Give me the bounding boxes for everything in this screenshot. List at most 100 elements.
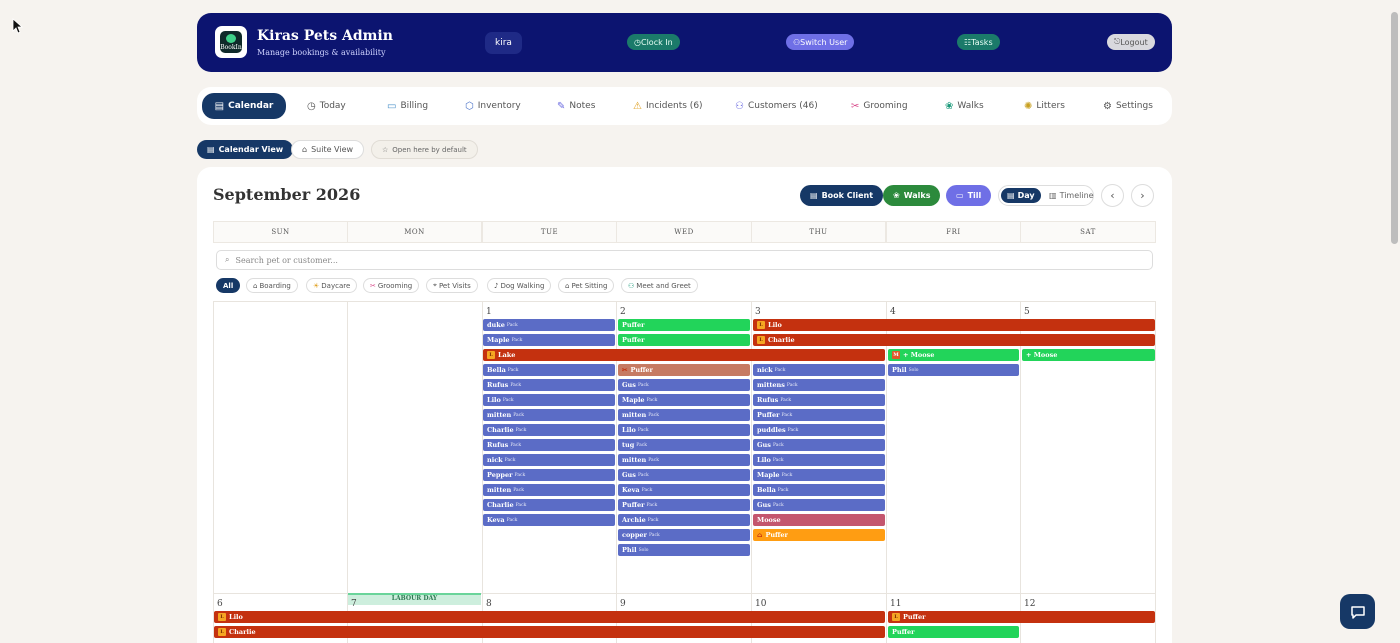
booking-event[interactable]: L Lake bbox=[483, 349, 885, 361]
day-mode-button[interactable]: ▤ Day bbox=[1001, 188, 1041, 203]
day-number: 11 bbox=[890, 599, 902, 609]
booking-event[interactable]: nick Pack bbox=[483, 454, 615, 466]
booking-event[interactable]: duke Pack bbox=[483, 319, 615, 331]
booking-event[interactable]: ✂ Puffer bbox=[618, 364, 750, 376]
booking-event[interactable]: L Charlie bbox=[753, 334, 1155, 346]
filter-dog-walking[interactable]: ♪ Dog Walking bbox=[487, 278, 552, 293]
booking-event[interactable]: Lilo Pack bbox=[483, 394, 615, 406]
page-scrollbar[interactable] bbox=[1391, 12, 1398, 244]
walks-button[interactable]: ❀ Walks bbox=[883, 185, 941, 206]
booking-event[interactable]: mitten Pack bbox=[618, 409, 750, 421]
tasks-button[interactable]: ☷ Tasks bbox=[957, 34, 1000, 50]
dow-header: SAT bbox=[1020, 221, 1156, 243]
booking-event[interactable]: Phil Solo bbox=[618, 544, 750, 556]
booking-event[interactable]: Phil Solo bbox=[888, 364, 1019, 376]
booking-event[interactable]: Keva Pack bbox=[618, 484, 750, 496]
filter-daycare[interactable]: ☀ Daycare bbox=[306, 278, 358, 293]
filter-grooming[interactable]: ✂ Grooming bbox=[363, 278, 420, 293]
booking-event[interactable]: Bella Pack bbox=[483, 364, 615, 376]
tab-inventory[interactable]: ⬡ Inventory bbox=[455, 93, 531, 119]
dow-header: THU bbox=[751, 221, 886, 243]
book-client-button[interactable]: ▤ Book Client bbox=[800, 185, 884, 206]
booking-event[interactable]: Puffer Pack bbox=[618, 499, 750, 511]
tab-today[interactable]: ◷ Today bbox=[297, 93, 356, 119]
app-subtitle: Manage bookings & availability bbox=[257, 48, 386, 57]
tab-incidents[interactable]: ⚠ Incidents (6) bbox=[623, 93, 713, 119]
timeline-mode-button[interactable]: ▥ Timeline bbox=[1045, 188, 1098, 203]
booking-event[interactable]: copper Pack bbox=[618, 529, 750, 541]
booking-event[interactable]: Keva Pack bbox=[483, 514, 615, 526]
chat-button[interactable] bbox=[1340, 594, 1375, 629]
booking-event[interactable]: Gus Pack bbox=[618, 379, 750, 391]
filter-pet-visits[interactable]: ⌖ Pet Visits bbox=[426, 278, 478, 293]
booking-event[interactable]: puddles Pack bbox=[753, 424, 885, 436]
tab-billing[interactable]: ▭ Billing bbox=[377, 93, 438, 119]
booking-event[interactable]: Puffer bbox=[618, 319, 750, 331]
filter-meet-and-greet[interactable]: ⚇ Meet and Greet bbox=[621, 278, 698, 293]
booking-event[interactable]: mitten Pack bbox=[483, 409, 615, 421]
filter-boarding[interactable]: ⌂ Boarding bbox=[246, 278, 298, 293]
filter-pet-sitting[interactable]: ⌂ Pet Sitting bbox=[558, 278, 615, 293]
booking-event[interactable]: mittens Pack bbox=[753, 379, 885, 391]
day-number: 3 bbox=[755, 307, 761, 317]
booking-event[interactable]: mitten Pack bbox=[483, 484, 615, 496]
suite-view-button[interactable]: ⌂ Suite View bbox=[291, 140, 365, 159]
booking-event[interactable]: Rufus Pack bbox=[483, 439, 615, 451]
clock-in-button[interactable]: ◷ Clock In bbox=[627, 34, 680, 50]
tab-litters[interactable]: ✺ Litters bbox=[1014, 93, 1075, 119]
calendar-icon: ▤ bbox=[207, 145, 215, 154]
booking-event[interactable]: Maple Pack bbox=[753, 469, 885, 481]
booking-event[interactable]: Rufus Pack bbox=[753, 394, 885, 406]
day-number: 5 bbox=[1024, 307, 1030, 317]
booking-event[interactable]: nick Pack bbox=[753, 364, 885, 376]
booking-event[interactable]: Rufus Pack bbox=[483, 379, 615, 391]
tab-calendar[interactable]: ▤ Calendar bbox=[202, 93, 286, 119]
open-default-button[interactable]: ☆ Open here by default bbox=[371, 140, 478, 159]
booking-event[interactable]: M + Moose bbox=[888, 349, 1019, 361]
booking-event[interactable]: Bella Pack bbox=[753, 484, 885, 496]
current-user-pill[interactable]: kira bbox=[485, 32, 522, 54]
booking-event[interactable]: Charlie Pack bbox=[483, 424, 615, 436]
previous-month-button[interactable]: ‹ bbox=[1101, 184, 1124, 207]
tab-grooming[interactable]: ✂ Grooming bbox=[841, 93, 918, 119]
booking-event[interactable]: Pepper Pack bbox=[483, 469, 615, 481]
tab-settings[interactable]: ⚙ Settings bbox=[1093, 93, 1163, 119]
switch-user-button[interactable]: ⚇ Switch User bbox=[786, 34, 855, 50]
tab-customers[interactable]: ⚇ Customers (46) bbox=[725, 93, 828, 119]
booking-event[interactable]: L Lilo bbox=[214, 611, 885, 623]
booking-event[interactable]: Puffer bbox=[888, 626, 1019, 638]
calendar-card: September 2026 ▤ Book Client ❀ Walks ▭ Till… bbox=[197, 167, 1172, 643]
booking-event[interactable]: Maple Pack bbox=[483, 334, 615, 346]
booking-event[interactable]: Gus Pack bbox=[618, 469, 750, 481]
booking-event[interactable]: ⌂ Puffer bbox=[753, 529, 885, 541]
booking-event[interactable]: Puffer Pack bbox=[753, 409, 885, 421]
booking-event[interactable]: Puffer bbox=[618, 334, 750, 346]
booking-event[interactable]: Charlie Pack bbox=[483, 499, 615, 511]
home-icon: ⌂ bbox=[565, 281, 570, 290]
booking-event[interactable]: L Lilo bbox=[753, 319, 1155, 331]
main-nav: ▤ Calendar ◷ Today ▭ Billing ⬡ Inventory ✎ No… bbox=[197, 87, 1172, 125]
filter-all[interactable]: All bbox=[216, 278, 241, 293]
search-input[interactable]: ⌕ Search pet or customer... bbox=[216, 250, 1153, 270]
booking-event[interactable]: L Puffer bbox=[888, 611, 1155, 623]
booking-event[interactable]: Lilo Pack bbox=[753, 454, 885, 466]
logout-button[interactable]: ⎋ Logout bbox=[1107, 34, 1155, 50]
booking-event[interactable]: Archie Pack bbox=[618, 514, 750, 526]
booking-event[interactable]: Moose bbox=[753, 514, 885, 526]
booking-event[interactable]: + Moose bbox=[1022, 349, 1155, 361]
tab-notes[interactable]: ✎ Notes bbox=[547, 93, 605, 119]
till-button[interactable]: ▭ Till bbox=[946, 185, 992, 206]
booking-event[interactable]: mitten Pack bbox=[618, 454, 750, 466]
booking-event[interactable]: L Charlie bbox=[214, 626, 885, 638]
tab-walks[interactable]: ❀ Walks bbox=[935, 93, 994, 119]
walk-icon: ♪ bbox=[494, 281, 499, 290]
booking-event[interactable]: Gus Pack bbox=[753, 499, 885, 511]
app-header: BookIn Kiras Pets Admin Manage bookings … bbox=[197, 13, 1172, 72]
clock-icon: ◷ bbox=[634, 37, 641, 47]
next-month-button[interactable]: › bbox=[1131, 184, 1154, 207]
booking-event[interactable]: Maple Pack bbox=[618, 394, 750, 406]
calendar-view-button[interactable]: ▤ Calendar View bbox=[197, 140, 294, 159]
booking-event[interactable]: Lilo Pack bbox=[618, 424, 750, 436]
booking-event[interactable]: Gus Pack bbox=[753, 439, 885, 451]
booking-event[interactable]: tug Pack bbox=[618, 439, 750, 451]
